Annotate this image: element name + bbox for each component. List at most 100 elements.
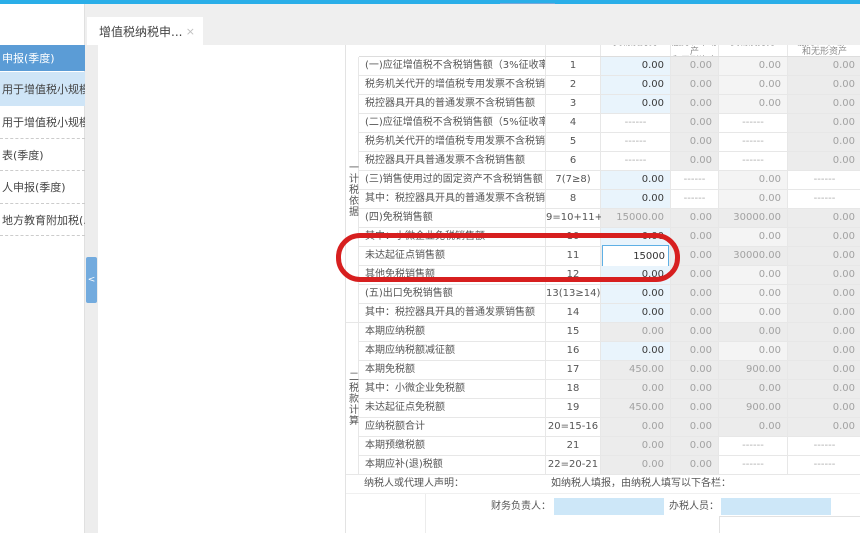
value-cell: ------ <box>788 190 860 208</box>
value-cell: 0.00 <box>788 323 860 341</box>
table-row: 应纳税额合计20=15-160.000.000.000.00 <box>359 418 860 437</box>
value-cell: ------ <box>719 114 788 132</box>
vat-declaration-table: 货物及劳务 服务、不动产 和无形资产 货物及劳务 服务、不动产 和无形资产 一计… <box>345 45 860 533</box>
close-icon[interactable]: × <box>186 25 195 38</box>
value-cell[interactable]: 0.00 <box>601 285 671 303</box>
sidebar-item-local-education-surtax[interactable]: 地方教育附加税(... <box>0 204 85 236</box>
value-cell[interactable]: 0.00 <box>601 266 671 284</box>
value-cell: 450.00 <box>601 361 671 379</box>
value-cell[interactable]: 0.00 <box>601 190 671 208</box>
row-label: 税控器具开具的普通发票不含税销售额 <box>359 95 546 113</box>
focused-value-input-cell[interactable]: 15000 <box>601 247 671 265</box>
value-cell: ------ <box>601 152 671 170</box>
row-code: 7(7≥8) <box>546 171 601 189</box>
row-label: 本期免税额 <box>359 361 546 379</box>
header-goods-current: 货物及劳务 <box>601 45 671 56</box>
row-code: 20=15-16 <box>546 418 601 436</box>
value-cell: 30000.00 <box>719 209 788 227</box>
sidebar-item-small-scale-vat-2[interactable]: 用于增值税小规模... <box>0 106 85 139</box>
row-label: 税控器具开具普通发票不含税销售额 <box>359 152 546 170</box>
table-row: 未达起征点免税额19450.000.00900.000.00 <box>359 399 860 418</box>
table-row: (二)应征增值税不含税销售额（5%征收率）4------0.00------0.… <box>359 114 860 133</box>
row-code: 21 <box>546 437 601 455</box>
declaration-left-text: 纳税人或代理人声明： <box>364 475 464 493</box>
tab-vat-declaration[interactable]: 增值税纳税申... × <box>87 17 203 45</box>
row-label: 本期应补(退)税额 <box>359 456 546 474</box>
table-row: 本期应纳税额减征额160.000.000.000.00 <box>359 342 860 361</box>
table-row: (四)免税销售额9=10+11+115000.000.0030000.000.0… <box>359 209 860 228</box>
row-label: 本期应纳税额减征额 <box>359 342 546 360</box>
value-cell[interactable]: 0.00 <box>601 76 671 94</box>
value-cell: 0.00 <box>671 247 719 265</box>
value-cell: 0.00 <box>788 399 860 417</box>
declaration-right-text: 如纳税人填报，由纳税人填写以下各栏： <box>551 475 731 493</box>
value-cell: 0.00 <box>671 228 719 246</box>
finance-officer-label: 财务负责人： <box>431 498 551 515</box>
table-row: 本期应纳税额150.000.000.000.00 <box>359 323 860 342</box>
value-cell: 0.00 <box>719 380 788 398</box>
table-row: 本期预缴税额210.000.00------------ <box>359 437 860 456</box>
table-row: (一)应征增值税不含税销售额（3%征收率）10.000.000.000.00 <box>359 57 860 76</box>
row-label: 未达起征点销售额 <box>359 247 546 265</box>
table-row: 其中：税控器具开具的普通发票销售额140.000.000.000.00 <box>359 304 860 323</box>
value-cell: ------ <box>719 133 788 151</box>
sidebar-collapse-handle[interactable]: < <box>86 257 97 303</box>
table-row: 税控器具开具的普通发票不含税销售额30.000.000.000.00 <box>359 95 860 114</box>
row-label: 其中：小微企业免税销售额 <box>359 228 546 246</box>
row-label: 税务机关代开的增值税专用发票不含税销售额 <box>359 76 546 94</box>
declaration-row: 纳税人或代理人声明： 如纳税人填报，由纳税人填写以下各栏： <box>346 475 860 494</box>
row-code: 1 <box>546 57 601 75</box>
value-cell: 15000.00 <box>601 209 671 227</box>
value-cell: 0.00 <box>788 266 860 284</box>
header-label-col <box>359 45 546 56</box>
table-row: 本期应补(退)税额22=20-210.000.00------------ <box>359 456 860 475</box>
extra-input-box[interactable] <box>719 516 860 533</box>
row-label: (一)应征增值税不含税销售额（3%征收率） <box>359 57 546 75</box>
value-cell: 0.00 <box>719 95 788 113</box>
header-services-ytd: 服务、不动产 和无形资产 <box>788 45 860 56</box>
sidebar-item-small-scale-vat-1[interactable]: 用于增值税小规模... <box>0 72 85 106</box>
table-row: 其中：小微企业免税额180.000.000.000.00 <box>359 380 860 399</box>
value-cell[interactable]: 0.00 <box>601 171 671 189</box>
value-cell: 0.00 <box>671 456 719 474</box>
value-cell: 0.00 <box>671 342 719 360</box>
value-cell: 0.00 <box>671 437 719 455</box>
header-goods-ytd: 货物及劳务 <box>719 45 788 56</box>
value-cell: 0.00 <box>788 57 860 75</box>
table-row: 税控器具开具普通发票不含税销售额6------0.00------0.00 <box>359 152 860 171</box>
value-cell: 0.00 <box>671 152 719 170</box>
table-row: 本期免税额17450.000.00900.000.00 <box>359 361 860 380</box>
value-cell: 900.00 <box>719 361 788 379</box>
value-cell: 0.00 <box>788 152 860 170</box>
value-cell: 30000.00 <box>719 247 788 265</box>
row-code: 12 <box>546 266 601 284</box>
value-input-box[interactable]: 15000 <box>602 245 669 267</box>
row-label: 本期预缴税额 <box>359 437 546 455</box>
value-cell[interactable]: 0.00 <box>601 342 671 360</box>
sidebar-item-person-declaration[interactable]: 人申报(季度) <box>0 171 85 204</box>
table-row: 税务机关代开的增值税专用发票不含税销售额20.000.000.000.00 <box>359 76 860 95</box>
value-cell: 0.00 <box>788 342 860 360</box>
row-code: 22=20-21 <box>546 456 601 474</box>
value-cell[interactable]: 0.00 <box>601 57 671 75</box>
value-cell: 0.00 <box>671 114 719 132</box>
value-cell: 0.00 <box>719 266 788 284</box>
value-cell: 0.00 <box>601 456 671 474</box>
app-window: ∧ 增值税纳税申... × 申报(季度) 用于增值税小规模... 用于增值税小规… <box>0 0 860 533</box>
sidebar-item-form-quarter[interactable]: 表(季度) <box>0 139 85 171</box>
value-cell: ------ <box>788 456 860 474</box>
value-cell: 0.00 <box>719 323 788 341</box>
value-cell[interactable]: 0.00 <box>601 228 671 246</box>
header-code-col <box>546 45 601 56</box>
sidebar-item-declaration-quarter[interactable]: 申报(季度) <box>0 45 85 71</box>
tax-agent-input[interactable] <box>721 498 831 515</box>
value-cell[interactable]: 0.00 <box>601 304 671 322</box>
value-cell: 900.00 <box>719 399 788 417</box>
value-cell: 0.00 <box>671 361 719 379</box>
value-cell[interactable]: 0.00 <box>601 95 671 113</box>
value-cell: 0.00 <box>719 228 788 246</box>
row-label: (二)应征增值税不含税销售额（5%征收率） <box>359 114 546 132</box>
value-cell: 0.00 <box>719 57 788 75</box>
row-code: 14 <box>546 304 601 322</box>
row-label: 其中：小微企业免税额 <box>359 380 546 398</box>
